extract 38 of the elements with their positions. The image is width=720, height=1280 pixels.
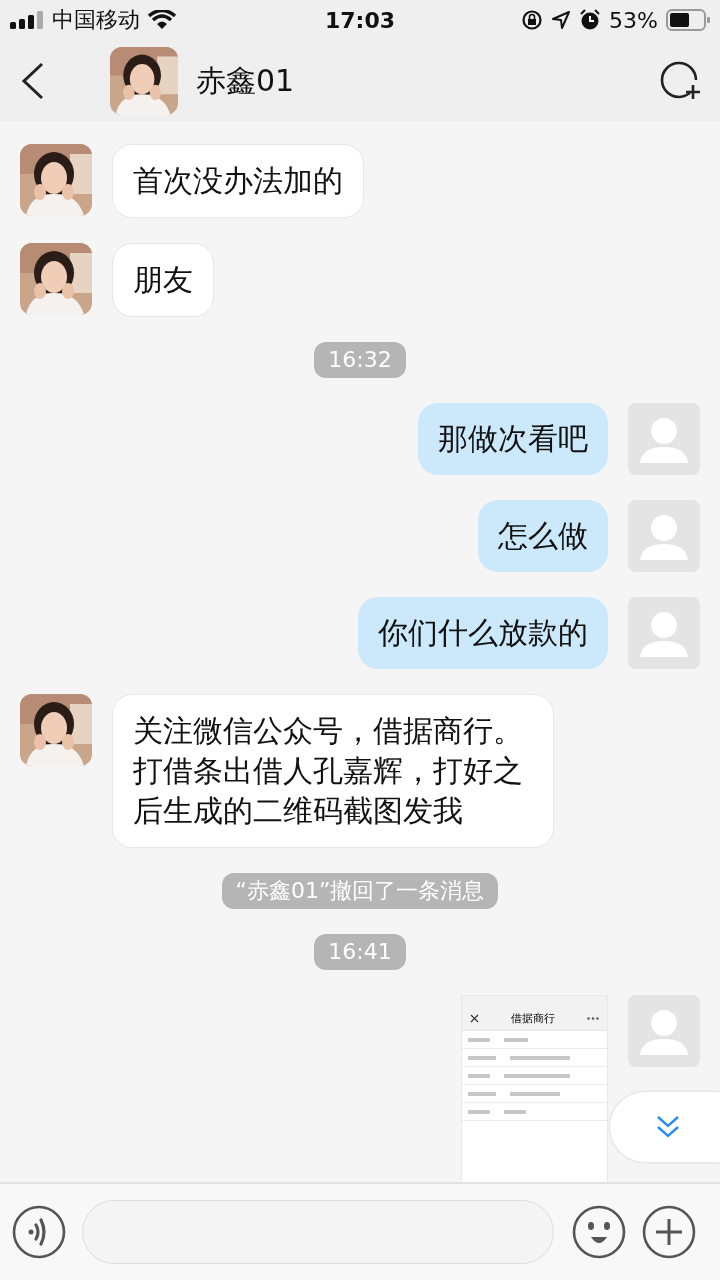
- blurred-text: [504, 1073, 570, 1078]
- timestamp: 16:32: [314, 342, 406, 378]
- message-bubble: 那做次看吧: [418, 403, 608, 475]
- blurred-text: [468, 1055, 496, 1060]
- message-bubble: 你们什么放款的: [358, 597, 608, 669]
- close-icon[interactable]: [470, 1013, 479, 1023]
- emoji-button[interactable]: [572, 1205, 626, 1259]
- rotation-lock-icon: [521, 9, 544, 31]
- location-icon: [551, 10, 572, 30]
- blurred-text: [504, 1109, 526, 1114]
- message-bubble: 怎么做: [478, 500, 608, 572]
- blurred-text: [468, 1109, 490, 1114]
- wifi-icon: [148, 10, 176, 30]
- message-bubble: 朋友: [112, 243, 214, 317]
- blurred-text: [468, 1091, 496, 1096]
- blurred-text: [504, 1037, 528, 1042]
- message-bubble: 关注微信公众号，借据商行。打借条出借人孔嘉辉，打好之后生成的二维码截图发我: [112, 694, 554, 848]
- carrier-name: 中国移动: [52, 6, 140, 34]
- screenshot-title: 借据商行: [511, 1010, 555, 1026]
- blurred-text: [468, 1073, 490, 1078]
- plus-button[interactable]: [642, 1205, 696, 1259]
- blurred-text: [510, 1055, 570, 1060]
- blurred-text: [468, 1037, 490, 1042]
- timestamp: 16:41: [314, 934, 406, 970]
- chevron-down-icon: [656, 1114, 680, 1140]
- alarm-icon: [579, 9, 602, 31]
- blurred-text: [510, 1091, 560, 1096]
- voice-button[interactable]: [12, 1205, 66, 1259]
- battery-icon: [666, 9, 710, 31]
- recall-notice: “赤鑫01”撤回了一条消息: [221, 873, 499, 909]
- battery-percent: 53%: [609, 7, 658, 33]
- chat-add-icon[interactable]: [660, 60, 702, 102]
- clock-time: 17:03: [325, 7, 395, 33]
- image-message[interactable]: 借据商行: [461, 995, 608, 1182]
- message-bubble: 首次没办法加的: [112, 144, 364, 218]
- more-icon[interactable]: [587, 1016, 599, 1020]
- chat-title: 赤鑫01: [196, 61, 296, 100]
- signal-icon: [10, 11, 44, 29]
